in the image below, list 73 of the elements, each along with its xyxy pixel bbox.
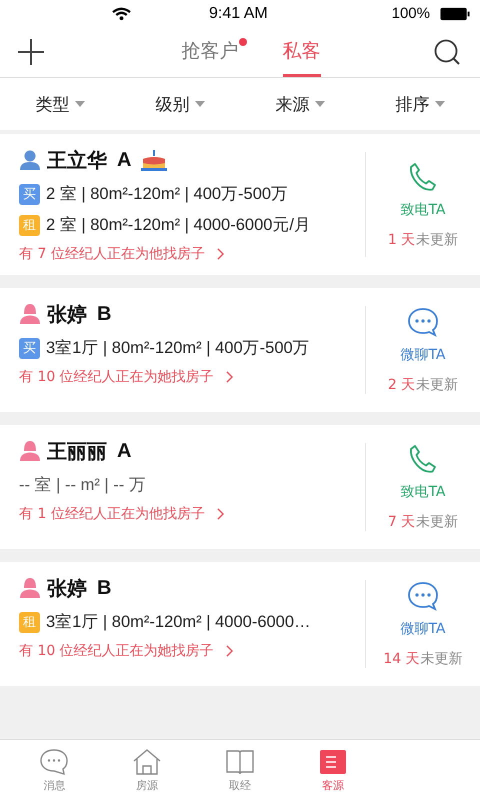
phone-icon[interactable] <box>407 443 439 475</box>
person-icon <box>19 441 41 461</box>
cake-icon <box>141 149 168 171</box>
phone-icon[interactable] <box>407 160 439 192</box>
filter-dropdown[interactable]: 级别 <box>156 92 204 116</box>
demand-text: 2 室 | 80m²-120m² | 4000-6000元/月 <box>46 215 312 236</box>
customer-card[interactable]: 张婷 B 租 3室1厅 | 80m²-120m² | 4000-6000… 有 10 位经纪人正在为她找房子 微聊TA 14 天未更新 <box>0 562 480 686</box>
dropdown-arrow-icon <box>314 101 324 107</box>
person-icon <box>19 150 41 170</box>
chevron-right-icon <box>226 645 233 657</box>
battery-icon <box>440 6 470 20</box>
customer-grade: A <box>117 440 132 462</box>
action-link[interactable]: 致电TA <box>400 483 446 501</box>
add-icon[interactable] <box>18 39 44 65</box>
demand-text: -- 室 | -- m² | -- 万 <box>19 475 146 496</box>
action-link[interactable]: 微聊TA <box>400 620 446 638</box>
chat-icon[interactable] <box>407 580 439 612</box>
update-status: 未更新 <box>416 513 458 531</box>
person-icon <box>19 578 41 598</box>
update-days: 7 天 <box>388 513 416 531</box>
customer-card[interactable]: 王立华 A 买 2 室 | 80m²-120m² | 400万-500万 租 2 室 | 80m²-120m² | 4000-6000元/月 有 7 位经纪人正在为他找房子 致电TA 1 天未更新 <box>0 134 480 275</box>
filter-dropdown[interactable]: 类型 <box>36 92 84 116</box>
book-icon <box>224 748 255 776</box>
bottom-tab[interactable]: 取经 <box>194 740 286 800</box>
update-status: 未更新 <box>416 376 458 394</box>
chevron-right-icon <box>216 508 224 520</box>
wifi-icon <box>112 6 131 20</box>
dropdown-arrow-icon <box>74 101 84 107</box>
customer-name: 张婷 <box>47 574 87 602</box>
demand-tag: 租 <box>19 612 40 632</box>
demand-text: 3室1厅 | 80m²-120m² | 400万-500万 <box>46 338 310 359</box>
customer-name: 张婷 <box>47 300 87 328</box>
filter-dropdown[interactable]: 排序 <box>396 92 444 116</box>
bottom-tab[interactable]: 消息 <box>8 740 101 800</box>
action-link[interactable]: 致电TA <box>400 200 446 218</box>
bottom-tab[interactable]: 房源 <box>100 740 194 800</box>
search-icon[interactable] <box>434 39 460 65</box>
update-days: 14 天 <box>383 650 420 668</box>
customer-grade: B <box>97 302 112 326</box>
customer-card[interactable]: 王丽丽 A -- 室 | -- m² | -- 万 有 1 位经纪人正在为他找房子 致电TA 7 天未更新 <box>0 425 480 549</box>
update-status: 未更新 <box>420 650 463 668</box>
demand-text: 3室1厅 | 80m²-120m² | 4000-6000… <box>46 612 311 633</box>
demand-text: 2 室 | 80m²-120m² | 400万-500万 <box>46 184 288 205</box>
list-icon <box>318 748 348 776</box>
bottom-tab[interactable]: 客源 <box>286 740 380 800</box>
chat-icon[interactable] <box>407 306 439 338</box>
update-days: 1 天 <box>388 230 416 248</box>
demand-tag: 买 <box>19 338 40 358</box>
agents-link[interactable]: 有 10 位经纪人正在为她找房子 <box>19 368 233 386</box>
filter-dropdown[interactable]: 来源 <box>276 92 324 116</box>
house-icon <box>132 748 162 776</box>
agents-link[interactable]: 有 10 位经纪人正在为她找房子 <box>19 642 233 660</box>
agents-link[interactable]: 有 7 位经纪人正在为他找房子 <box>19 245 224 263</box>
customer-grade: B <box>97 576 112 600</box>
agents-link[interactable]: 有 1 位经纪人正在为他找房子 <box>19 505 224 523</box>
customer-card[interactable]: 张婷 B 买 3室1厅 | 80m²-120m² | 400万-500万 有 10 位经纪人正在为她找房子 微聊TA 2 天未更新 <box>0 288 480 412</box>
customer-grade: A <box>117 148 132 172</box>
demand-tag: 买 <box>19 184 40 204</box>
dropdown-arrow-icon <box>194 101 204 107</box>
dropdown-arrow-icon <box>434 101 444 107</box>
demand-tag: 租 <box>19 214 40 236</box>
header-tab[interactable]: 抢客户 <box>182 27 238 77</box>
update-status: 未更新 <box>416 230 458 248</box>
update-days: 2 天 <box>388 376 416 394</box>
battery-percent: 100% <box>392 5 430 22</box>
person-icon <box>19 304 41 324</box>
status-time: 9:41 AM <box>209 4 268 22</box>
customer-name: 王立华 <box>47 146 107 174</box>
chevron-right-icon <box>216 248 224 260</box>
action-link[interactable]: 微聊TA <box>400 346 446 364</box>
chat-icon <box>39 748 70 776</box>
customer-name: 王丽丽 <box>47 438 107 464</box>
chevron-right-icon <box>226 371 233 383</box>
